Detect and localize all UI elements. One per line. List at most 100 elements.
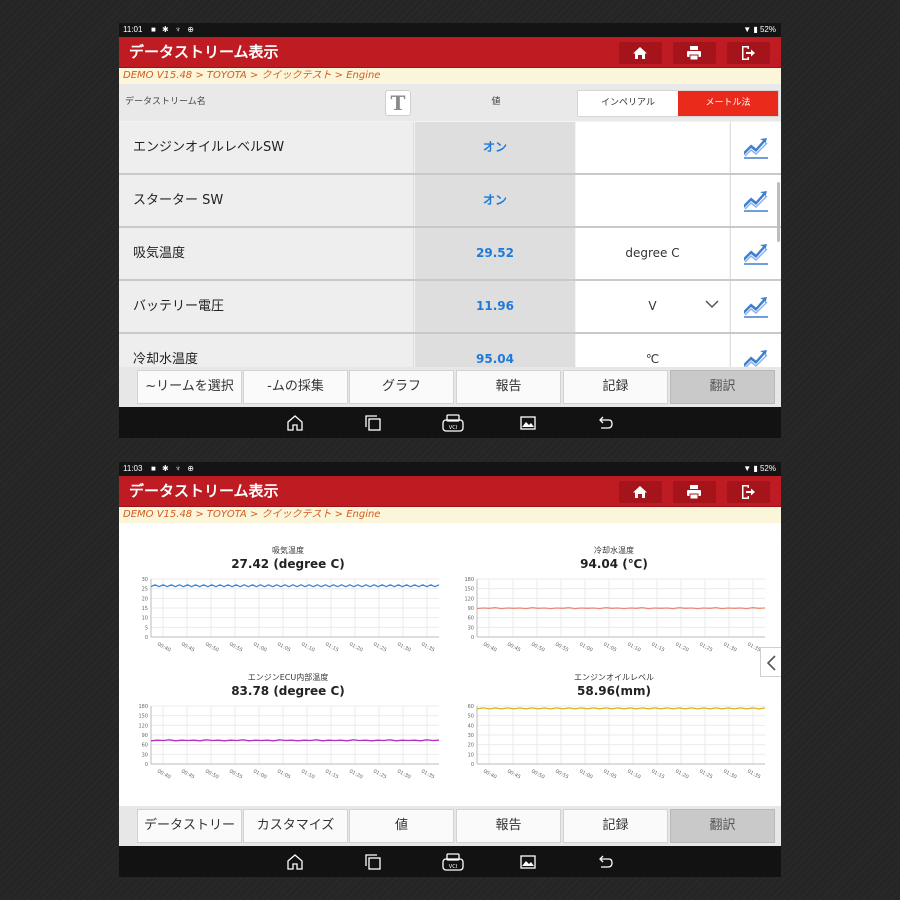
x-tick-label: 01:25 [372, 768, 388, 780]
print-button[interactable] [673, 481, 716, 503]
translate-button[interactable]: 翻訳 [670, 370, 775, 404]
x-tick-label: 00:45 [506, 768, 522, 780]
x-tick-label: 00:55 [228, 641, 244, 653]
row-graph-button[interactable] [730, 228, 781, 279]
y-tick-label: 180 [464, 577, 474, 583]
table-row[interactable]: 吸気温度 29.52 degree C [119, 228, 781, 279]
unit-select[interactable]: V [576, 281, 729, 332]
stream-record-button[interactable]: -ムの採集 [243, 370, 348, 404]
breadcrumb: DEMO V15.48 > TOYOTA > クイックテスト > Engine [119, 68, 781, 84]
chart-coolant-temp[interactable]: 冷却水温度 94.04 (℃) 0 30 60 90 120 150 180 00:40 00:… [459, 545, 769, 665]
gallery-icon[interactable] [519, 414, 537, 432]
home-button[interactable] [619, 481, 662, 503]
row-graph-button[interactable] [730, 281, 781, 332]
row-name-cell: バッテリー電圧 [119, 281, 414, 332]
trend-graph-icon [744, 191, 768, 212]
x-tick-label: 01:10 [300, 768, 316, 780]
report-button[interactable]: 報告 [456, 809, 561, 843]
page-title: データストリーム表示 [129, 482, 279, 500]
print-button[interactable] [673, 42, 716, 64]
x-tick-label: 01:30 [396, 768, 412, 780]
y-tick-label: 40 [468, 723, 474, 729]
table-row[interactable]: バッテリー電圧 11.96 V [119, 281, 781, 332]
record-button[interactable]: 記録 [563, 809, 668, 843]
imperial-toggle[interactable]: インペリアル [578, 91, 678, 116]
chart-title: エンジンECU内部温度 [247, 673, 329, 682]
x-tick-label: 00:50 [204, 768, 220, 780]
x-tick-label: 01:15 [650, 768, 666, 780]
back-icon[interactable] [596, 853, 614, 871]
x-tick-label: 01:05 [276, 768, 292, 780]
nav-recent-icon[interactable] [364, 853, 382, 871]
y-tick-label: 0 [145, 762, 148, 768]
report-button[interactable]: 報告 [456, 370, 561, 404]
row-graph-button[interactable] [730, 122, 781, 173]
x-tick-label: 01:00 [578, 641, 594, 653]
x-tick-label: 01:30 [722, 768, 738, 780]
screen-data-stream-list: 11:01 ■ ✱ ♆ ⊕ ▼ ▮ 52% データストリーム表示 DEMO V1… [119, 23, 781, 438]
x-tick-label: 01:00 [252, 768, 268, 780]
y-tick-label: 90 [142, 733, 148, 739]
status-bar: 11:03 ■ ✱ ♆ ⊕ ▼ ▮ 52% [119, 462, 781, 476]
table-row[interactable]: エンジンオイルレベルSW オン [119, 122, 781, 173]
vci-icon[interactable]: VCI [441, 853, 465, 871]
x-tick-label: 00:50 [530, 641, 546, 653]
record-button[interactable]: 記録 [563, 370, 668, 404]
home-icon [633, 486, 647, 498]
android-nav-bar: VCI [119, 407, 781, 438]
chart-oil-level[interactable]: エンジンオイルレベル 58.96(mm) 0 10 20 30 40 50 60 00:40 0… [459, 672, 769, 792]
scrollbar[interactable] [777, 182, 780, 242]
row-name-cell: スターター SW [119, 175, 414, 226]
row-graph-button[interactable] [730, 334, 781, 367]
y-tick-label: 15 [142, 606, 148, 612]
exit-button[interactable] [727, 481, 770, 503]
y-tick-label: 180 [138, 704, 148, 710]
x-tick-label: 01:35 [420, 641, 436, 653]
customize-button[interactable]: カスタマイズ [243, 809, 348, 843]
table-row[interactable]: 冷却水温度 95.04 ℃ [119, 334, 781, 367]
chevron-left-icon [766, 655, 776, 671]
text-size-button[interactable]: T [385, 90, 411, 116]
x-tick-label: 01:20 [348, 768, 364, 780]
metric-toggle[interactable]: メートル法 [678, 91, 778, 116]
back-icon[interactable] [596, 414, 614, 432]
y-tick-label: 150 [138, 714, 148, 720]
chart-value: 58.96(mm) [577, 684, 651, 698]
x-tick-label: 00:40 [156, 641, 172, 653]
row-name: バッテリー電圧 [133, 299, 225, 314]
exit-button[interactable] [727, 42, 770, 64]
status-time: 11:01 [123, 25, 143, 34]
bottom-toolbar: ~リームを選択 -ムの採集 グラフ 報告 記録 翻訳 [119, 367, 781, 407]
translate-button[interactable]: 翻訳 [670, 809, 775, 843]
chart-value: 83.78 (degree C) [231, 684, 345, 698]
x-tick-label: 00:50 [530, 768, 546, 780]
home-button[interactable] [619, 42, 662, 64]
nav-home-icon[interactable] [286, 853, 304, 871]
row-value: 11.96 [415, 281, 575, 332]
bottom-toolbar: データストリー カスタマイズ 値 報告 記録 翻訳 [119, 806, 781, 846]
x-tick-label: 00:55 [228, 768, 244, 780]
chart-ecu-temp[interactable]: エンジンECU内部温度 83.78 (degree C) 0 30 60 90 120 1… [133, 672, 443, 792]
gallery-icon[interactable] [519, 853, 537, 871]
row-name: スターター SW [133, 193, 224, 208]
side-panel-toggle[interactable] [760, 647, 781, 677]
graph-button[interactable]: グラフ [349, 370, 454, 404]
value-button[interactable]: 値 [349, 809, 454, 843]
y-tick-label: 30 [142, 577, 148, 583]
nav-recent-icon[interactable] [364, 414, 382, 432]
page-title: データストリーム表示 [129, 43, 279, 61]
battery-percent: 52% [759, 464, 776, 473]
select-stream-button[interactable]: ~リームを選択 [137, 370, 242, 404]
x-tick-label: 01:25 [372, 641, 388, 653]
nav-home-icon[interactable] [286, 414, 304, 432]
print-icon [687, 485, 701, 500]
row-graph-button[interactable] [730, 175, 781, 226]
table-row[interactable]: スターター SW オン [119, 175, 781, 226]
data-stream-button[interactable]: データストリー [137, 809, 242, 843]
row-name-cell: エンジンオイルレベルSW [119, 122, 414, 173]
chart-intake-temp[interactable]: 吸気温度 27.42 (degree C) 0 5 10 15 20 25 30 00:40 0… [133, 545, 443, 665]
x-tick-label: 00:45 [180, 768, 196, 780]
status-time: 11:03 [123, 464, 143, 473]
unit-toggle: インペリアル メートル法 [577, 90, 779, 117]
vci-icon[interactable]: VCI [441, 414, 465, 432]
